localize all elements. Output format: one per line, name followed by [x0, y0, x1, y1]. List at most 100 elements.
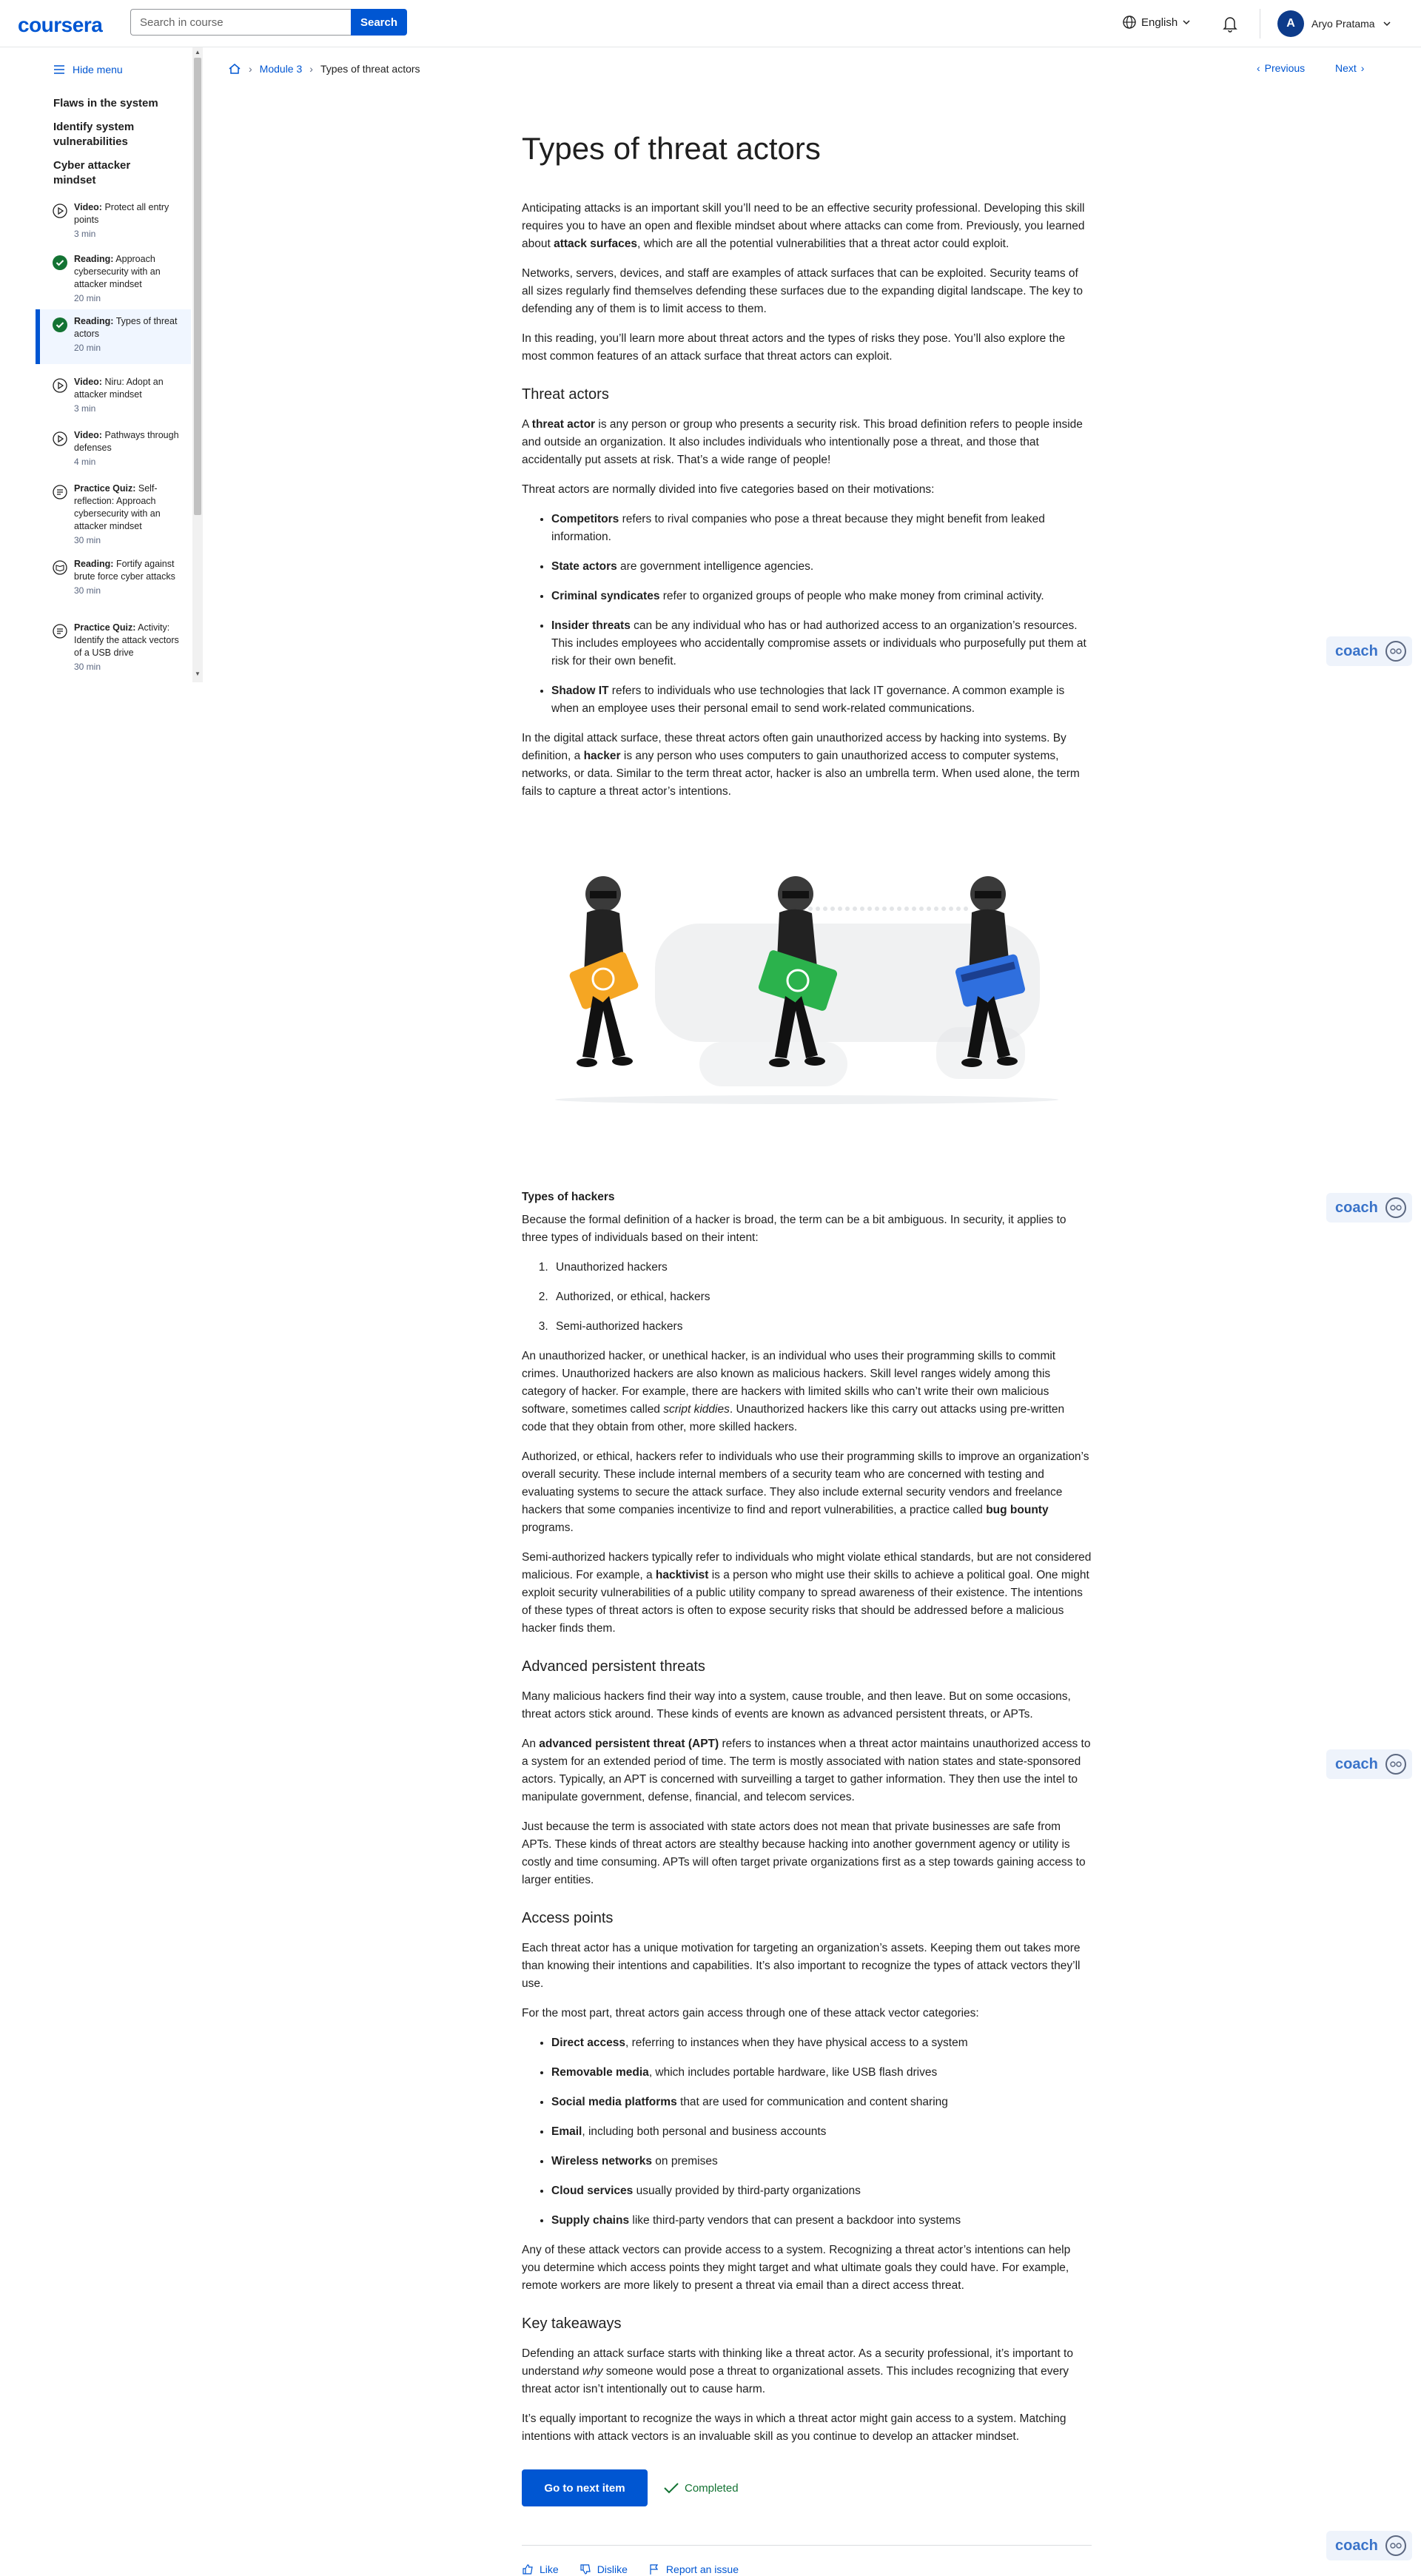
- course-sidebar: Hide menu Flaws in the system Identify s…: [36, 47, 203, 682]
- item-type: Practice Quiz:: [74, 622, 136, 633]
- paragraph: Just because the term is associated with…: [522, 1820, 1086, 1886]
- user-name: Aryo Pratama: [1311, 18, 1375, 30]
- hacker-types-list: Unauthorized hackers Authorized, or ethi…: [551, 1259, 1092, 1336]
- paragraph: Because the formal definition of a hacke…: [522, 1214, 1066, 1244]
- home-icon[interactable]: [228, 62, 241, 75]
- paragraph: In this reading, you’ll learn more about…: [522, 332, 1066, 363]
- list-item: Wireless networks on premises: [551, 2153, 1092, 2170]
- sidebar-module-attacker-mindset[interactable]: Cyber attacker mindset: [53, 158, 164, 188]
- paragraph: It’s equally important to recognize the …: [522, 2412, 1066, 2443]
- paragraph: In the digital attack surface, these thr…: [522, 732, 1080, 798]
- threat-actor-categories: Competitors refers to rival companies wh…: [551, 511, 1092, 718]
- section-heading: Key takeaways: [522, 2316, 622, 2332]
- checkmark-icon: [664, 2483, 679, 2494]
- video-play-icon: [53, 431, 67, 446]
- attack-vectors-list: Direct access, referring to instances wh…: [551, 2034, 1092, 2230]
- list-item: Cloud services usually provided by third…: [551, 2182, 1092, 2200]
- coursera-logo[interactable]: coursera: [18, 13, 103, 37]
- item-duration: 20 min: [74, 293, 101, 303]
- dislike-label: Dislike: [597, 2563, 628, 2575]
- next-label: Next: [1335, 62, 1357, 74]
- hide-menu-button[interactable]: Hide menu: [53, 64, 123, 75]
- language-label: English: [1141, 16, 1178, 29]
- language-selector[interactable]: English: [1122, 15, 1191, 30]
- quiz-icon: [53, 624, 67, 639]
- check-complete-icon: [53, 317, 67, 332]
- sidebar-item-approach-cybersecurity[interactable]: Reading: Approach cybersecurity with an …: [36, 247, 191, 311]
- coach-button[interactable]: coach: [1326, 1193, 1412, 1223]
- item-duration: 3 min: [74, 403, 96, 414]
- top-bar: coursera Search English A Aryo Pratama: [0, 0, 1421, 47]
- coach-button[interactable]: coach: [1326, 2531, 1412, 2560]
- menu-icon: [54, 65, 64, 74]
- item-type: Video:: [74, 202, 102, 212]
- sidebar-item-types-threat-actors[interactable]: Reading: Types of threat actors 20 min: [36, 309, 191, 364]
- list-item: Authorized, or ethical, hackers: [551, 1288, 1092, 1306]
- chevron-left-icon: ‹: [1257, 62, 1260, 74]
- coach-icon: [1385, 1197, 1406, 1218]
- user-menu[interactable]: A Aryo Pratama: [1277, 10, 1391, 37]
- page-title: Types of threat actors: [522, 131, 821, 166]
- item-type: Video:: [74, 377, 102, 387]
- like-button[interactable]: Like: [522, 2563, 559, 2575]
- sidebar-item-self-reflection[interactable]: Practice Quiz: Self-reflection: Approach…: [36, 477, 191, 553]
- item-duration: 4 min: [74, 457, 96, 467]
- paragraph: Many malicious hackers find their way in…: [522, 1690, 1071, 1721]
- coach-label: coach: [1335, 1755, 1378, 1772]
- breadcrumb-current: Types of threat actors: [320, 63, 420, 75]
- completion-row: Go to next item Completed: [522, 2469, 1092, 2506]
- list-item: Unauthorized hackers: [551, 1259, 1092, 1277]
- search-input[interactable]: [130, 9, 351, 36]
- sidebar-item-pathways[interactable]: Video: Pathways through defenses 4 min: [36, 423, 191, 474]
- thumbs-down-icon: [580, 2564, 591, 2575]
- dislike-button[interactable]: Dislike: [580, 2563, 628, 2575]
- report-issue-button[interactable]: Report an issue: [648, 2563, 739, 2575]
- sidebar-module-flaws[interactable]: Flaws in the system: [53, 96, 158, 111]
- paragraph: Anticipating attacks is an important ski…: [522, 202, 1085, 250]
- search-button[interactable]: Search: [351, 9, 407, 36]
- coach-button[interactable]: coach: [1326, 636, 1412, 666]
- paragraph: Any of these attack vectors can provide …: [522, 2244, 1071, 2292]
- item-duration: 30 min: [74, 662, 101, 672]
- next-button[interactable]: Next ›: [1335, 62, 1364, 74]
- sidebar-scroll-thumb[interactable]: [194, 58, 201, 515]
- go-to-next-item-button[interactable]: Go to next item: [522, 2469, 648, 2506]
- sidebar-item-niru[interactable]: Video: Niru: Adopt an attacker mindset 3 …: [36, 370, 191, 421]
- list-item: Removable media, which includes portable…: [551, 2064, 1092, 2082]
- coach-icon: [1385, 2535, 1406, 2556]
- check-complete-icon: [53, 255, 67, 270]
- divider: [522, 2545, 1092, 2546]
- subsection-heading: Types of hackers: [522, 1191, 615, 1203]
- notifications-bell-icon[interactable]: [1220, 13, 1240, 34]
- list-item: State actors are government intelligence…: [551, 558, 1092, 576]
- paragraph: Networks, servers, devices, and staff ar…: [522, 267, 1083, 315]
- reading-content: Types of threat actors Anticipating atta…: [522, 130, 1092, 2575]
- breadcrumb: › Module 3 › Types of threat actors: [228, 62, 420, 75]
- item-type: Reading:: [74, 254, 114, 264]
- sidebar-item-fortify[interactable]: Reading: Fortify against brute force cyb…: [36, 552, 191, 603]
- section-heading: Threat actors: [522, 386, 609, 403]
- coach-button[interactable]: coach: [1326, 1749, 1412, 1779]
- breadcrumb-module[interactable]: Module 3: [260, 63, 303, 75]
- scroll-down-arrow[interactable]: ▼: [194, 670, 201, 677]
- item-type: Reading:: [74, 316, 114, 326]
- section-heading: Advanced persistent threats: [522, 1658, 705, 1675]
- feedback-bar: Like Dislike Report an issue: [522, 2563, 1092, 2575]
- sidebar-item-protect-entry[interactable]: Video: Protect all entry points 3 min: [36, 195, 191, 246]
- list-item: Insider threats can be any individual wh…: [551, 617, 1092, 670]
- like-label: Like: [540, 2563, 559, 2575]
- section-heading: Access points: [522, 1910, 614, 1926]
- sidebar-module-vulnerabilities[interactable]: Identify system vulnerabilities: [53, 120, 194, 149]
- coach-label: coach: [1335, 1199, 1378, 1216]
- hacker-figure-gold: [569, 876, 639, 1067]
- item-type: Video:: [74, 430, 102, 440]
- thumbs-up-icon: [523, 2564, 533, 2575]
- scroll-up-arrow[interactable]: ▲: [194, 49, 201, 56]
- chevron-down-icon: [1183, 20, 1190, 25]
- previous-button[interactable]: ‹ Previous: [1257, 62, 1305, 74]
- flag-icon: [650, 2564, 659, 2575]
- sidebar-item-usb-activity[interactable]: Practice Quiz: Activity: Identify the at…: [36, 616, 191, 679]
- avatar: A: [1277, 10, 1304, 37]
- chevron-down-icon: [1383, 21, 1391, 27]
- item-duration: 30 min: [74, 585, 101, 596]
